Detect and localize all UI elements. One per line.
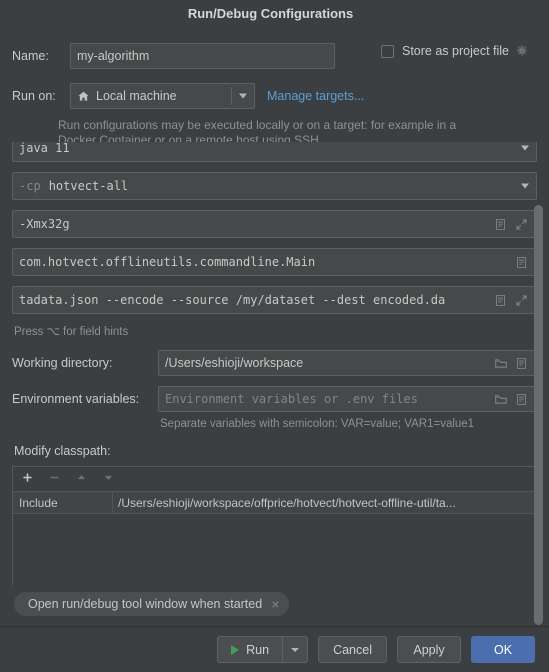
program-arguments-value: tadata.json --encode --source /my/datase… <box>19 293 446 307</box>
store-as-project-file-row[interactable]: Store as project file <box>381 44 529 58</box>
dialog-title-text: Run/Debug Configurations <box>187 5 354 21</box>
list-icon[interactable] <box>492 216 509 233</box>
environment-variables-note: Separate variables with semicolon: VAR=v… <box>160 418 475 430</box>
run-on-combobox[interactable]: Local machine <box>70 83 255 109</box>
settings-scroll-area[interactable]: java 11 -cp hotvect-all -Xmx32g com.hotv… <box>0 142 549 585</box>
apply-button[interactable]: Apply <box>397 636 461 663</box>
settings-scroll-content: java 11 -cp hotvect-all -Xmx32g com.hotv… <box>0 142 549 585</box>
play-icon <box>231 644 240 655</box>
classpath-column-include: Include <box>13 492 113 513</box>
run-on-row: Run on: Local machine Manage targets... <box>12 83 364 109</box>
open-tool-window-chip[interactable]: Open run/debug tool window when started <box>14 592 290 616</box>
jre-value: java 11 <box>19 142 70 155</box>
dialog-title: Run/Debug Configurations <box>0 0 549 26</box>
add-icon[interactable] <box>21 471 34 487</box>
name-input[interactable]: my-algorithm <box>70 43 335 69</box>
classpath-table-header: Include /Users/eshioji/workspace/offpric… <box>13 491 536 514</box>
classpath-module-row: -cp hotvect-all <box>12 172 537 200</box>
program-arguments-input[interactable]: tadata.json --encode --source /my/datase… <box>12 286 537 314</box>
chevron-down-icon <box>291 647 300 652</box>
cp-module-value: hotvect-all <box>48 179 129 193</box>
list-icon[interactable] <box>513 355 530 372</box>
list-icon[interactable] <box>513 254 530 271</box>
dialog-button-bar: Run Cancel Apply OK <box>0 626 549 672</box>
list-icon[interactable] <box>513 391 530 408</box>
close-icon[interactable] <box>270 599 281 610</box>
main-class-input[interactable]: com.hotvect.offlineutils.commandline.Mai… <box>12 248 537 276</box>
folder-icon[interactable] <box>492 355 509 372</box>
modify-classpath-label: Modify classpath: <box>14 444 111 458</box>
cancel-button[interactable]: Cancel <box>318 636 387 663</box>
store-as-project-file-label: Store as project file <box>402 44 509 58</box>
chevron-down-icon[interactable] <box>239 93 247 99</box>
combo-separator <box>231 87 232 105</box>
run-button[interactable]: Run <box>217 636 283 663</box>
name-label: Name: <box>12 49 49 63</box>
open-tool-window-chip-label: Open run/debug tool window when started <box>28 597 263 611</box>
classpath-toolbar <box>13 467 536 491</box>
move-up-icon <box>75 471 88 487</box>
working-directory-label: Working directory: <box>12 356 113 370</box>
run-debug-configurations-dialog: Run/Debug Configurations Name: my-algori… <box>0 0 549 672</box>
working-directory-row: Working directory: /Users/eshioji/worksp… <box>12 350 537 376</box>
expand-icon[interactable] <box>513 292 530 309</box>
vm-options-input[interactable]: -Xmx32g <box>12 210 537 238</box>
store-as-project-file-checkbox[interactable] <box>381 44 394 58</box>
environment-variables-input[interactable]: Environment variables or .env files <box>158 386 537 412</box>
jre-row: java 11 <box>12 142 537 162</box>
run-button-group: Run <box>217 636 309 663</box>
working-directory-value: /Users/eshioji/workspace <box>165 356 304 370</box>
expand-icon[interactable] <box>513 216 530 233</box>
ok-button[interactable]: OK <box>471 636 535 663</box>
vm-options-value: -Xmx32g <box>19 217 70 231</box>
move-down-icon <box>102 471 115 487</box>
options-chip-bar: Open run/debug tool window when started <box>0 585 549 626</box>
name-input-value: my-algorithm <box>77 49 150 63</box>
name-row: Name: my-algorithm <box>12 43 335 69</box>
main-class-row: com.hotvect.offlineutils.commandline.Mai… <box>12 248 537 276</box>
environment-variables-row: Environment variables: Environment varia… <box>12 386 537 412</box>
folder-icon[interactable] <box>492 391 509 408</box>
run-dropdown-button[interactable] <box>282 636 309 663</box>
home-icon <box>77 90 90 103</box>
vertical-scrollbar-thumb[interactable] <box>534 205 543 625</box>
field-hint-text: Press ⌥ for field hints <box>14 326 129 338</box>
vm-options-row: -Xmx32g <box>12 210 537 238</box>
environment-variables-placeholder: Environment variables or .env files <box>165 392 418 406</box>
chevron-down-icon[interactable] <box>521 145 529 151</box>
jre-combobox[interactable]: java 11 <box>12 142 537 162</box>
program-arguments-row: tadata.json --encode --source /my/datase… <box>12 286 537 314</box>
environment-variables-label: Environment variables: <box>12 392 140 406</box>
classpath-table-body[interactable] <box>13 514 536 585</box>
remove-icon <box>48 471 61 487</box>
main-class-value: com.hotvect.offlineutils.commandline.Mai… <box>19 255 316 269</box>
gear-icon[interactable] <box>515 44 529 58</box>
classpath-module-combobox[interactable]: -cp hotvect-all <box>12 172 537 200</box>
run-on-label: Run on: <box>12 89 56 103</box>
list-icon[interactable] <box>492 292 509 309</box>
classpath-column-path: /Users/eshioji/workspace/offprice/hotvec… <box>118 495 456 510</box>
classpath-panel: Include /Users/eshioji/workspace/offpric… <box>12 466 537 585</box>
chevron-down-icon[interactable] <box>521 183 529 189</box>
cp-prefix: -cp <box>19 179 41 193</box>
manage-targets-link[interactable]: Manage targets... <box>267 89 364 103</box>
run-button-label: Run <box>246 642 270 657</box>
working-directory-input[interactable]: /Users/eshioji/workspace <box>158 350 537 376</box>
run-on-value: Local machine <box>96 89 177 103</box>
